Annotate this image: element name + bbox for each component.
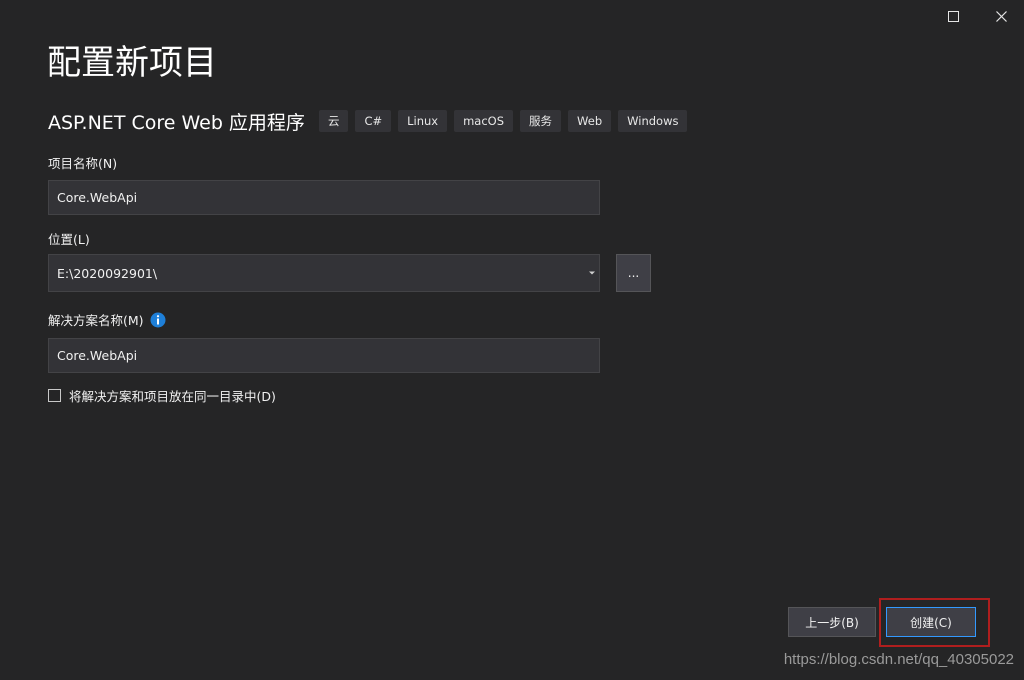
tag-service: 服务: [520, 110, 562, 132]
info-icon[interactable]: [150, 312, 166, 328]
project-name-input[interactable]: Core.WebApi: [48, 180, 600, 215]
page-title: 配置新项目: [47, 43, 217, 83]
location-label-text: 位置(L): [48, 232, 90, 247]
solution-name-input[interactable]: Core.WebApi: [48, 338, 600, 373]
template-header: ASP.NET Core Web 应用程序 云 C# Linux macOS 服…: [48, 107, 694, 135]
project-name-label: 项目名称(N): [48, 153, 117, 172]
watermark: https://blog.csdn.net/qq_40305022: [783, 651, 1014, 668]
tag-cloud: 云: [318, 110, 349, 132]
template-tags: 云 C# Linux macOS 服务 Web Windows: [318, 110, 695, 132]
tag-web: Web: [568, 110, 612, 132]
maximize-button[interactable]: [941, 4, 965, 28]
tag-linux: Linux: [398, 110, 448, 132]
back-button[interactable]: 上一步(B): [788, 607, 876, 637]
location-value: E:\2020092901\: [57, 265, 158, 281]
maximize-icon: [947, 10, 959, 22]
template-name: ASP.NET Core Web 应用程序: [48, 111, 305, 134]
project-name-label-text: 项目名称(N): [48, 156, 118, 171]
tag-csharp: C#: [355, 110, 392, 132]
solution-name-value: Core.WebApi: [57, 348, 138, 363]
tag-macos: macOS: [454, 110, 514, 132]
browse-button[interactable]: ...: [616, 254, 651, 292]
create-button[interactable]: 创建(C): [886, 607, 976, 637]
location-combobox[interactable]: E:\2020092901\: [48, 254, 600, 292]
dropdown-arrow-icon[interactable]: [589, 271, 595, 275]
project-name-value: Core.WebApi: [57, 190, 138, 205]
solution-name-label-text: 解决方案名称(M): [48, 313, 144, 328]
location-label: 位置(L): [48, 229, 90, 248]
close-icon: [995, 10, 1007, 22]
same-directory-checkbox[interactable]: [48, 389, 61, 402]
tag-windows: Windows: [618, 110, 688, 132]
close-button[interactable]: [989, 4, 1013, 28]
same-directory-option[interactable]: 将解决方案和项目放在同一目录中(D): [48, 386, 276, 405]
solution-name-label: 解决方案名称(M): [48, 310, 166, 329]
same-directory-label: 将解决方案和项目放在同一目录中(D): [69, 389, 276, 404]
